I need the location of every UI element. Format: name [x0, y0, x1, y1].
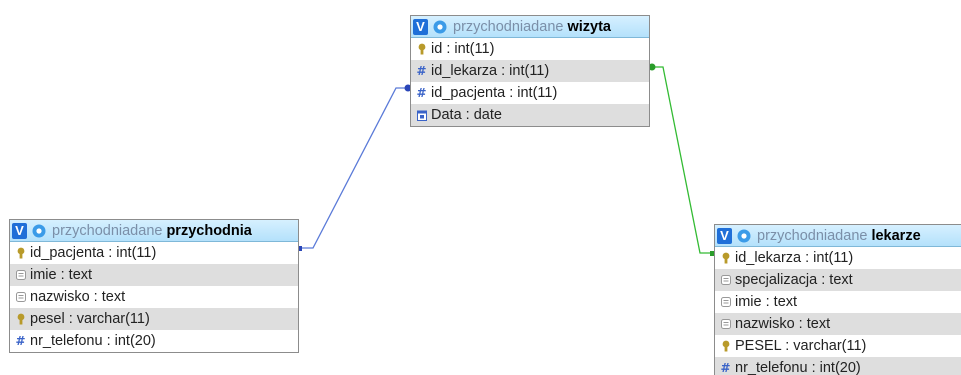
column-row[interactable]: # id_lekarza : int(11): [411, 60, 649, 82]
numeric-icon: #: [15, 334, 26, 348]
numeric-icon: #: [416, 86, 427, 100]
primary-key-icon: [720, 340, 731, 353]
column-label: id_lekarza : int(11): [431, 63, 550, 79]
relation-line-przychodnia-wizyta: [299, 87, 410, 249]
toggle-columns-button[interactable]: V: [413, 18, 428, 35]
column-label: Data : date: [431, 107, 502, 123]
primary-key-icon: [416, 43, 427, 56]
table-header[interactable]: V przychodniadane wizyta: [411, 16, 649, 38]
column-label: pesel : varchar(11): [30, 311, 150, 327]
column-row[interactable]: imie : text: [715, 291, 961, 313]
gear-icon[interactable]: [736, 228, 752, 244]
table-przychodnia[interactable]: V przychodniadane przychodnia id_pacjent…: [9, 219, 299, 353]
date-icon: [416, 109, 427, 122]
relation-line-wizyta-lekarze: [650, 66, 714, 254]
column-label: imie : text: [30, 267, 93, 283]
text-icon: [720, 274, 731, 287]
text-icon: [720, 296, 731, 309]
column-row[interactable]: pesel : varchar(11): [10, 308, 298, 330]
column-label: PESEL : varchar(11): [735, 338, 867, 354]
table-name: lekarze: [871, 227, 921, 244]
numeric-icon: #: [416, 64, 427, 78]
gear-icon[interactable]: [432, 19, 448, 35]
column-row[interactable]: id_pacjenta : int(11): [10, 242, 298, 264]
column-label: id_lekarza : int(11): [735, 250, 854, 266]
gear-icon[interactable]: [31, 223, 47, 239]
column-row[interactable]: nazwisko : text: [715, 313, 961, 335]
table-lekarze[interactable]: V przychodniadane lekarze id_lekarza : i…: [714, 224, 961, 375]
column-label: nazwisko : text: [30, 289, 126, 305]
database-name: przychodniadane: [757, 227, 868, 244]
column-row[interactable]: Data : date: [411, 104, 649, 126]
column-label: id : int(11): [431, 41, 495, 57]
column-label: nr_telefonu : int(20): [30, 333, 156, 349]
table-name: wizyta: [567, 18, 611, 35]
table-header[interactable]: V przychodniadane lekarze: [715, 225, 961, 247]
column-label: specjalizacja : text: [735, 272, 853, 288]
column-label: nazwisko : text: [735, 316, 831, 332]
column-label: imie : text: [735, 294, 798, 310]
table-header[interactable]: V przychodniadane przychodnia: [10, 220, 298, 242]
column-row[interactable]: nazwisko : text: [10, 286, 298, 308]
column-row[interactable]: # nr_telefonu : int(20): [715, 357, 961, 375]
text-icon: [720, 318, 731, 331]
column-row[interactable]: PESEL : varchar(11): [715, 335, 961, 357]
column-label: id_pacjenta : int(11): [30, 245, 157, 261]
primary-key-icon: [15, 247, 26, 260]
column-row[interactable]: # id_pacjenta : int(11): [411, 82, 649, 104]
column-label: nr_telefonu : int(20): [735, 360, 861, 375]
column-row[interactable]: specjalizacja : text: [715, 269, 961, 291]
toggle-columns-button[interactable]: V: [12, 222, 27, 239]
column-label: id_pacjenta : int(11): [431, 85, 558, 101]
text-icon: [15, 269, 26, 282]
primary-key-icon: [15, 313, 26, 326]
designer-canvas: V przychodniadane wizyta id : int(11) # …: [0, 0, 961, 375]
primary-key-icon: [720, 252, 731, 265]
column-row[interactable]: # nr_telefonu : int(20): [10, 330, 298, 352]
toggle-columns-button[interactable]: V: [717, 227, 732, 244]
text-icon: [15, 291, 26, 304]
column-row[interactable]: id_lekarza : int(11): [715, 247, 961, 269]
database-name: przychodniadane: [52, 222, 163, 239]
column-row[interactable]: imie : text: [10, 264, 298, 286]
table-name: przychodnia: [166, 222, 252, 239]
column-row[interactable]: id : int(11): [411, 38, 649, 60]
database-name: przychodniadane: [453, 18, 564, 35]
numeric-icon: #: [720, 361, 731, 375]
table-wizyta[interactable]: V przychodniadane wizyta id : int(11) # …: [410, 15, 650, 127]
